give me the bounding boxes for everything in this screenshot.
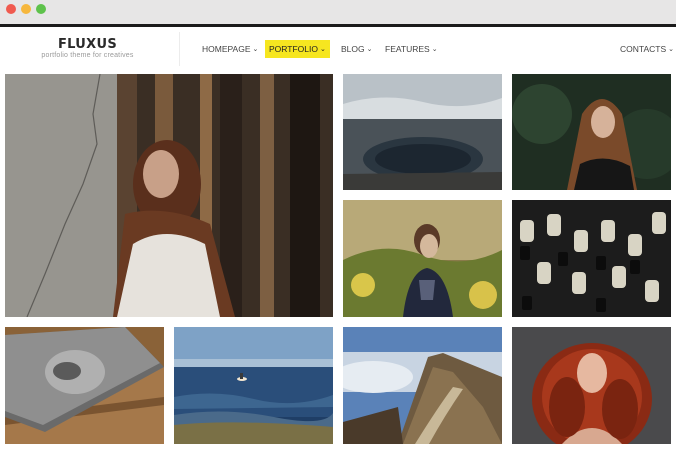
nav-item-portfolio[interactable]: PORTFOLIO ⌄ [265,40,330,58]
nav-item-label: PORTFOLIO [269,44,318,54]
photo-red-curly-hair [512,327,671,444]
photo-woman-by-window [5,74,333,317]
gallery-tile-geothermal-lake[interactable] [343,74,502,190]
nav-item-label: BLOG [341,44,365,54]
chevron-down-icon: ⌄ [252,46,259,53]
photo-long-haired-woman [512,74,671,190]
site-header: FLUXUS portfolio theme for creatives HOM… [0,27,676,73]
nav-item-contacts[interactable]: CONTACTS ⌄ [616,40,676,58]
chevron-down-icon: ⌄ [319,46,326,53]
minimize-window-button[interactable] [21,4,31,14]
chevron-down-icon: ⌄ [668,46,674,53]
maximize-window-button[interactable] [36,4,46,14]
photo-sea-surfer [174,327,333,444]
gallery-tile-woman-in-field[interactable] [343,200,502,317]
photo-woman-in-field [343,200,502,317]
photo-audio-mixer [512,200,671,317]
photo-mountain-trail [343,327,502,444]
gallery-tile-red-curly-hair[interactable] [512,327,671,444]
nav-item-label: HOMEPAGE [202,44,251,54]
nav-item-homepage[interactable]: HOMEPAGE ⌄ [198,40,262,58]
chevron-down-icon: ⌄ [366,46,373,53]
photo-magazine-on-table [5,327,164,444]
nav-item-blog[interactable]: BLOG ⌄ [337,40,377,58]
gallery-tile-audio-mixer[interactable] [512,200,671,317]
gallery-tile-magazine-on-table[interactable] [5,327,164,444]
site-tagline: portfolio theme for creatives [41,52,134,59]
nav-item-features[interactable]: FEATURES ⌄ [381,40,442,58]
photo-geothermal-lake [343,74,502,190]
chevron-down-icon: ⌄ [431,46,438,53]
header-divider [179,32,180,66]
gallery-tile-long-haired-woman[interactable] [512,74,671,190]
gallery-tile-mountain-trail[interactable] [343,327,502,444]
nav-item-label: FEATURES [385,44,430,54]
gallery-tile-sea-surfer[interactable] [174,327,333,444]
gallery-tile-woman-by-window[interactable] [5,74,333,317]
nav-item-label: CONTACTS [620,44,667,54]
site-logo-title[interactable]: FLUXUS [0,37,175,52]
window-titlebar [0,0,676,24]
close-window-button[interactable] [6,4,16,14]
